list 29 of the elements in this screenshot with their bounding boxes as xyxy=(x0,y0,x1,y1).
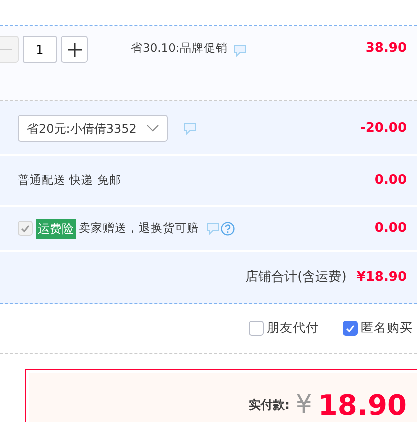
quantity-field[interactable]: 1 xyxy=(23,36,57,63)
item-price: 38.90 xyxy=(366,40,407,58)
check-icon xyxy=(21,224,30,232)
insurance-amount: 0.00 xyxy=(374,220,407,238)
store-total-label: 店铺合计(含运费) xyxy=(246,268,347,287)
check-icon xyxy=(346,324,356,332)
currency-symbol: ¥ xyxy=(296,392,312,418)
comment-icon[interactable] xyxy=(184,122,197,134)
increase-button[interactable] xyxy=(61,36,88,63)
checkbox[interactable] xyxy=(249,321,264,336)
minus-icon xyxy=(0,48,12,50)
shipping-amount: 0.00 xyxy=(374,172,407,190)
plus-icon xyxy=(68,42,82,56)
help-icon[interactable] xyxy=(220,222,235,236)
payment-label: 实付款: xyxy=(249,397,290,414)
comment-icon[interactable] xyxy=(206,222,220,234)
option-label[interactable]: 匿名购买 xyxy=(361,319,413,338)
comment-icon[interactable] xyxy=(234,45,247,57)
promotion-text: 省30.10:品牌促销 xyxy=(131,40,228,57)
payment-amount: 18.90 xyxy=(318,392,407,420)
insurance-tag: 运费险 xyxy=(36,218,76,238)
chevron-icon xyxy=(146,125,159,132)
option-label[interactable]: 朋友代付 xyxy=(267,319,320,338)
checkbox[interactable] xyxy=(343,321,358,336)
shipping-text: 普通配送 快递 免邮 xyxy=(18,172,122,189)
discount-amount: -20.00 xyxy=(360,120,407,138)
insurance-text: 卖家赠送，退换货可赔 xyxy=(78,220,199,237)
store-total-amount: ¥18.90 xyxy=(356,268,407,287)
coupon-dropdown[interactable]: 省20元:小倩倩3352 xyxy=(18,115,168,142)
